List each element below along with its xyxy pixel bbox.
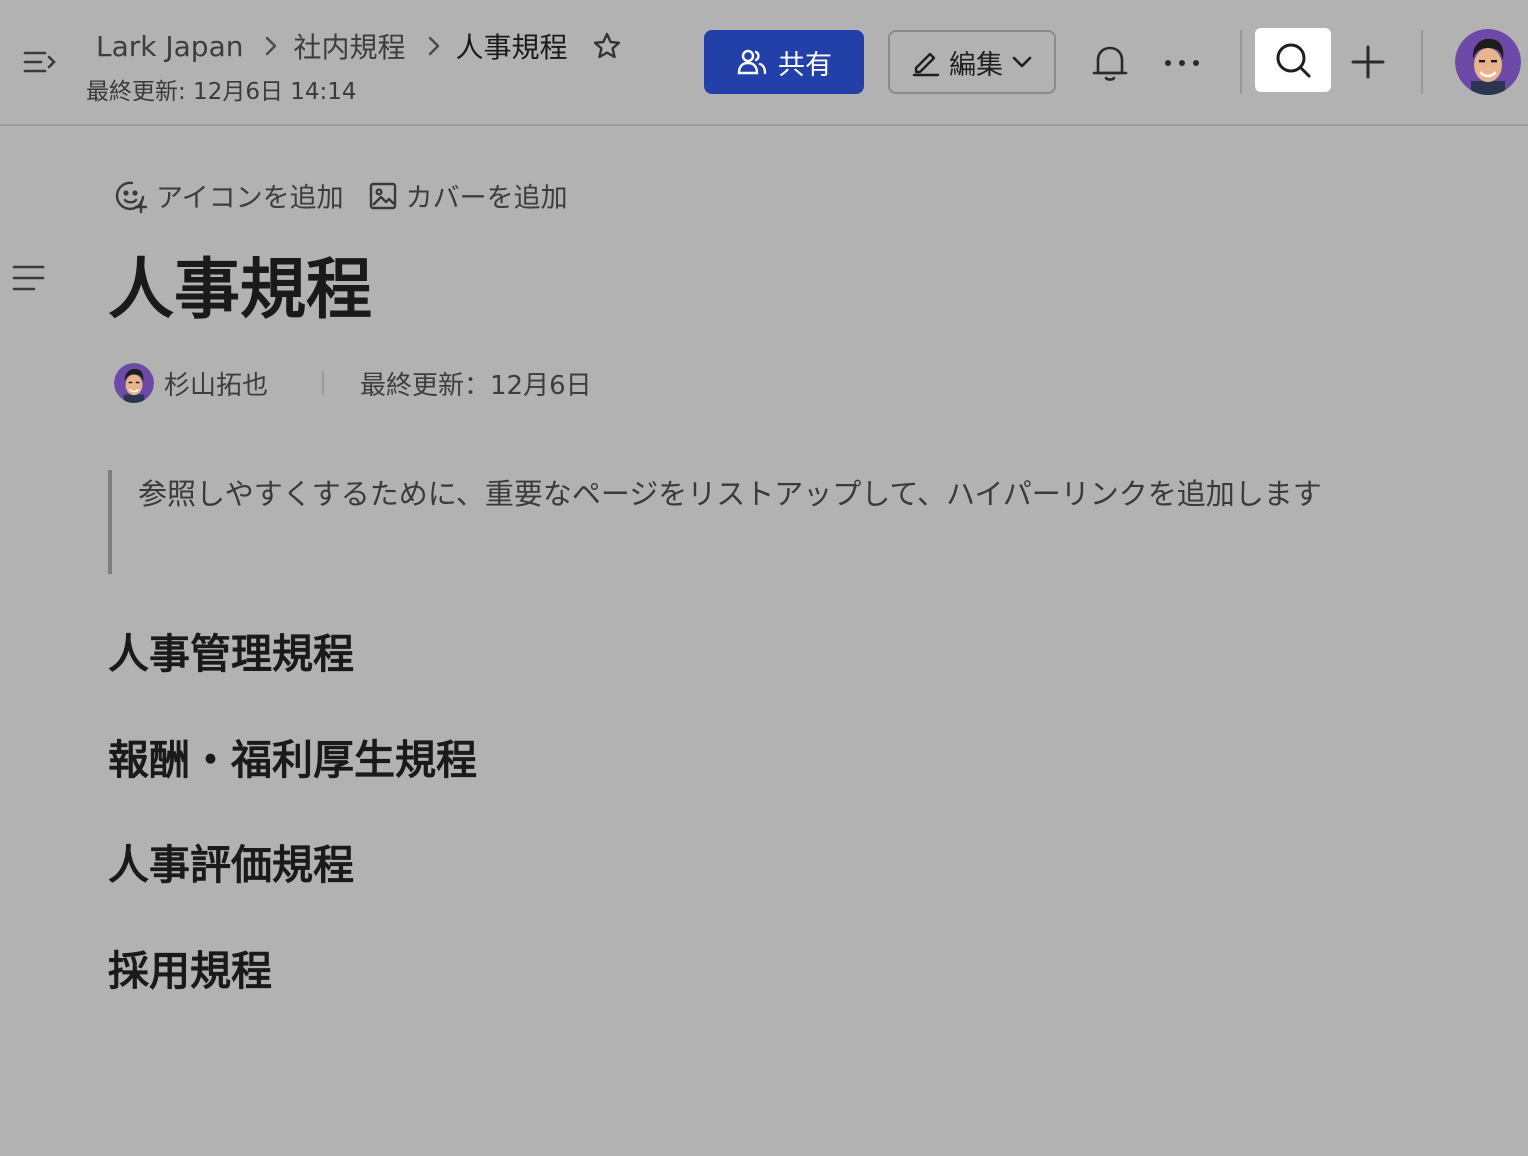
sidebar-toggle-icon[interactable] [22, 46, 58, 78]
add-icon-label: アイコンを追加 [156, 183, 344, 214]
doc-meta: 杉山拓也 最終更新：12月6日 [114, 362, 592, 404]
quote-block[interactable]: 参照しやすくするために、重要なページをリストアップして、ハイパーリンクを追加しま… [108, 470, 1388, 574]
doc-add-options: アイコンを追加 カバーを追加 [114, 176, 568, 215]
image-icon [368, 181, 398, 211]
heading-recruitment[interactable]: 採用規程 [108, 937, 272, 997]
search-button[interactable] [1255, 28, 1331, 92]
breadcrumb-item-folder[interactable]: 社内規程 [293, 26, 405, 66]
divider [1240, 30, 1242, 94]
star-icon[interactable] [592, 31, 622, 61]
breadcrumb-item-workspace[interactable]: Lark Japan [96, 30, 243, 63]
edit-mode-dropdown[interactable]: 編集 [888, 30, 1056, 94]
plus-icon[interactable] [1348, 42, 1388, 82]
share-label: 共有 [778, 49, 832, 81]
add-cover-button[interactable]: カバーを追加 [368, 176, 568, 215]
chevron-right-icon [428, 36, 440, 56]
heading-hr-evaluation[interactable]: 人事評価規程 [108, 831, 354, 891]
outline-icon[interactable] [12, 262, 46, 294]
share-button[interactable]: 共有 [704, 30, 864, 94]
heading-compensation-benefits[interactable]: 報酬・福利厚生規程 [108, 726, 477, 786]
search-icon [1273, 40, 1313, 80]
breadcrumb-item-current[interactable]: 人事規程 [456, 26, 568, 66]
emoji-add-icon [114, 179, 148, 213]
user-avatar[interactable] [1455, 29, 1521, 95]
users-icon [736, 48, 768, 76]
top-bar: Lark Japan 社内規程 人事規程 最終更新: 12月6日 14:14 共… [0, 0, 1528, 126]
last-updated-header: 最終更新: 12月6日 14:14 [86, 79, 357, 105]
page-title[interactable]: 人事規程 [108, 236, 372, 332]
add-cover-label: カバーを追加 [405, 183, 568, 214]
chevron-right-icon [265, 36, 277, 56]
doc-last-updated: 最終更新：12月6日 [360, 370, 592, 401]
breadcrumb: Lark Japan 社内規程 人事規程 [96, 28, 622, 64]
add-icon-button[interactable]: アイコンを追加 [114, 176, 344, 215]
author-avatar[interactable] [114, 363, 154, 403]
more-icon[interactable] [1160, 46, 1204, 80]
meta-divider [322, 371, 325, 395]
pencil-icon [911, 47, 941, 77]
quote-text: 参照しやすくするために、重要なページをリストアップして、ハイパーリンクを追加しま… [138, 477, 1322, 511]
author-name[interactable]: 杉山拓也 [164, 365, 268, 402]
bell-icon[interactable] [1090, 42, 1130, 84]
heading-hr-management[interactable]: 人事管理規程 [108, 620, 354, 680]
chevron-down-icon [1011, 55, 1033, 69]
edit-label: 編集 [949, 49, 1003, 81]
divider [1421, 30, 1423, 94]
